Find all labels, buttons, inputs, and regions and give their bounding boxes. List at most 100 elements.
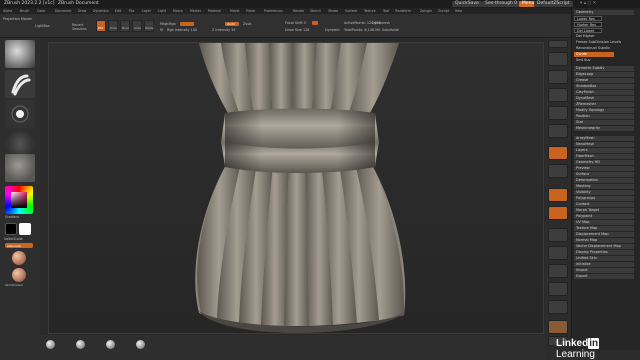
document-canvas[interactable] xyxy=(48,42,544,334)
tray-item-dynamic-subdiv[interactable]: Dynamic Subdiv xyxy=(574,66,634,71)
tray-item-geometry-hd[interactable]: Geometry HD xyxy=(574,160,634,165)
tray-item-deformation[interactable]: Deformation xyxy=(574,178,634,183)
tray-item-shadowbox[interactable]: ShadowBox xyxy=(574,84,634,89)
tray-item-arraymesh[interactable]: ArrayMesh xyxy=(574,136,634,141)
texture-thumbnail[interactable] xyxy=(5,154,35,182)
tray-item-nanomesh[interactable]: NanoMesh xyxy=(574,142,634,147)
alternate-button[interactable]: Alternate xyxy=(5,243,33,248)
draw-size-slider[interactable]: Draw Size 128 xyxy=(285,28,309,32)
current-tool-thumbnail[interactable] xyxy=(5,40,35,68)
tray-item-divide[interactable]: Divide xyxy=(574,52,614,57)
tray-item-normal-map[interactable]: Normal Map xyxy=(574,238,634,243)
secondary-color-swatch[interactable] xyxy=(19,223,31,235)
tray-item-morph-target[interactable]: Morph Target xyxy=(574,208,634,213)
tray-item-lower-res[interactable]: Lower Res xyxy=(574,16,602,21)
tray-item-preview[interactable]: Preview xyxy=(574,166,634,171)
lightbox-button[interactable]: LightBox xyxy=(35,24,50,28)
tray-item-export[interactable]: Export xyxy=(574,274,634,279)
tray-item-del-higher[interactable]: Del Higher xyxy=(574,34,634,39)
tray-item-reconstruct-subdiv[interactable]: Reconstruct Subdiv xyxy=(574,46,634,51)
tray-item-dynamesh[interactable]: DynaMesh xyxy=(574,96,634,101)
recent-sessions-button[interactable]: Recent Sessions xyxy=(72,23,94,31)
spix-button[interactable] xyxy=(548,52,568,66)
color-square[interactable] xyxy=(11,192,27,208)
tray-item-claypolish[interactable]: ClayPolish xyxy=(574,90,634,95)
standard-brush-icon[interactable] xyxy=(46,340,55,349)
m-toggle[interactable]: M xyxy=(160,28,163,32)
tray-item-higher-res[interactable]: Higher Res xyxy=(574,22,602,27)
xyz-rotate-button[interactable] xyxy=(548,228,568,242)
polyf-button[interactable] xyxy=(548,320,568,334)
quicksave-button[interactable]: QuickSave xyxy=(452,1,482,7)
tray-item-texture-map[interactable]: Texture Map xyxy=(574,226,634,231)
tray-item-vector-displacement-map[interactable]: Vector Displacement Map xyxy=(574,244,634,249)
tray-item-layers[interactable]: Layers xyxy=(574,148,634,153)
draw-button[interactable]: Draw xyxy=(108,20,118,32)
lsym-button[interactable] xyxy=(548,206,568,220)
tray-item-zremesher[interactable]: ZRemesher xyxy=(574,102,634,107)
brush-thumbnail[interactable] xyxy=(5,70,35,98)
edit-button[interactable]: Edit xyxy=(96,20,106,32)
tray-item-uv-map[interactable]: UV Map xyxy=(574,220,634,225)
persp-button[interactable] xyxy=(548,146,568,160)
tray-item-visibility[interactable]: Visibility xyxy=(574,190,634,195)
tray-item-displacement-map[interactable]: Displacement Map xyxy=(574,232,634,237)
material-sphere-2[interactable] xyxy=(12,268,26,282)
tray-item-del-lower[interactable]: Del Lower xyxy=(574,28,602,33)
rgb-intensity-slider[interactable]: Rgb Intensity 100 xyxy=(167,28,197,32)
local-button[interactable] xyxy=(548,188,568,202)
tray-item-crease[interactable]: Crease xyxy=(574,78,634,83)
tray-item-import[interactable]: Import xyxy=(574,268,634,273)
see-through-slider[interactable]: See-through 0 xyxy=(482,1,520,7)
scale-button[interactable]: Scale xyxy=(132,20,142,32)
move-button[interactable]: Move xyxy=(120,20,130,32)
curtain-mesh[interactable] xyxy=(49,43,545,335)
tray-item-freeze-subdiv[interactable]: Freeze SubDivision Levels xyxy=(574,40,634,45)
tray-item-display-properties[interactable]: Display Properties xyxy=(574,250,634,255)
zoom3d-button[interactable] xyxy=(548,282,568,296)
tray-item-smt-suv[interactable]: Smt Suv xyxy=(574,58,634,63)
subdivide-button[interactable]: Subdivide xyxy=(382,28,399,32)
gradient-label[interactable]: Gradient xyxy=(5,215,19,219)
material-sphere[interactable] xyxy=(12,251,26,265)
tray-item-geometry[interactable]: Geometry xyxy=(574,10,634,15)
tray-item-unified-skin[interactable]: Unified Skin xyxy=(574,256,634,261)
tray-item-initialize[interactable]: Initialize xyxy=(574,262,634,267)
window-controls-icon[interactable]: ▾ ▴ ◻ ✕ xyxy=(580,0,596,8)
color-picker[interactable] xyxy=(5,186,33,214)
move-view-button[interactable] xyxy=(548,264,568,278)
frame-button[interactable] xyxy=(548,246,568,260)
tray-item-masking[interactable]: Masking xyxy=(574,184,634,189)
tray-item-position[interactable]: Position xyxy=(574,114,634,119)
tray-item-contact[interactable]: Contact xyxy=(574,202,634,207)
tray-item-size[interactable]: Size xyxy=(574,120,634,125)
stroke-thumbnail[interactable] xyxy=(5,100,35,128)
main-color-swatch[interactable] xyxy=(5,223,17,235)
dynamic-toggle[interactable]: Dynamic xyxy=(325,28,340,32)
actual-button[interactable] xyxy=(548,106,568,120)
zsub-button[interactable]: Zsub xyxy=(243,22,251,26)
bpr-button[interactable] xyxy=(548,40,568,48)
focal-shift-slider[interactable]: Focal Shift 0 xyxy=(285,21,306,25)
rotate-view-button[interactable] xyxy=(548,300,568,314)
clay-brush-icon[interactable] xyxy=(106,340,115,349)
aahalf-button[interactable] xyxy=(548,124,568,138)
default-zscript-button[interactable]: DefaultZScript xyxy=(534,1,573,7)
rotate-button[interactable]: Rotate xyxy=(144,20,154,32)
tray-item-edgeloop[interactable]: EdgeLoop xyxy=(574,72,634,77)
zoom-button[interactable] xyxy=(548,88,568,102)
tray-item-meshintegrity[interactable]: MeshIntegrity xyxy=(574,126,634,131)
tray-item-fibermesh[interactable]: FiberMesh xyxy=(574,154,634,159)
tray-item-modify-topology[interactable]: Modify Topology xyxy=(574,108,634,113)
z-intensity-slider[interactable]: Z Intensity 25 xyxy=(212,28,236,32)
smooth-brush-icon[interactable] xyxy=(136,340,145,349)
projection-master-button[interactable]: Projection Master xyxy=(3,17,33,21)
scroll-button[interactable] xyxy=(548,70,568,84)
switch-color-button[interactable]: SwitchColor xyxy=(4,237,23,241)
tray-item-polygroups[interactable]: Polygroups xyxy=(574,196,634,201)
dynamesh-button[interactable]: Dynamesh xyxy=(372,21,390,25)
tray-item-surface[interactable]: Surface xyxy=(574,172,634,177)
floor-button[interactable] xyxy=(548,164,568,178)
mrgb-toggle[interactable]: Mrgb xyxy=(160,22,169,26)
tray-item-polypaint[interactable]: Polypaint xyxy=(574,214,634,219)
